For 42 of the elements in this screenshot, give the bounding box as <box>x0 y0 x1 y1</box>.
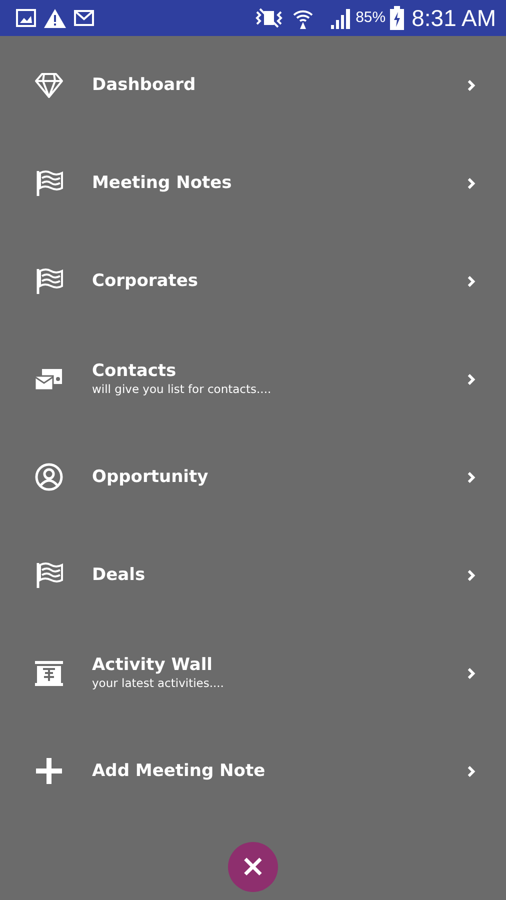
chevron-right-icon <box>467 372 476 386</box>
chevron-right-icon <box>467 666 476 680</box>
vibrate-off-icon <box>254 8 284 28</box>
warning-icon <box>44 8 66 28</box>
mail-icon <box>74 10 94 26</box>
menu-item[interactable]: Activity Wall your latest activities.... <box>0 624 506 722</box>
menu-item[interactable]: Meeting Notes <box>0 134 506 232</box>
diamond-icon <box>34 70 64 100</box>
menu-label: Opportunity <box>92 466 210 488</box>
flag-icon <box>34 266 64 296</box>
battery-charging-icon <box>390 6 404 30</box>
menu-item[interactable]: Deals <box>0 526 506 624</box>
menu-label: Deals <box>92 564 146 586</box>
clock-time: 8:31 AM <box>412 4 496 33</box>
menu-subtitle: your latest activities.... <box>92 676 225 691</box>
chevron-right-icon <box>467 274 476 288</box>
gallery-icon <box>16 9 36 27</box>
board-icon <box>34 658 64 688</box>
menu-item[interactable]: Contacts will give you list for contacts.... <box>0 330 506 428</box>
battery-percentage: 85% <box>356 8 386 28</box>
menu-label: Contacts <box>92 361 178 382</box>
chevron-right-icon <box>467 176 476 190</box>
flag-icon <box>34 168 64 198</box>
menu-subtitle: will give you list for contacts.... <box>92 382 272 397</box>
close-button[interactable]: × <box>228 842 278 892</box>
menu-label: Dashboard <box>92 74 197 96</box>
menu-item[interactable]: Dashboard <box>0 36 506 134</box>
chevron-right-icon <box>467 470 476 484</box>
menu-item[interactable]: Opportunity <box>0 428 506 526</box>
chevron-right-icon <box>467 764 476 778</box>
menu-item[interactable]: Corporates <box>0 232 506 330</box>
person-icon <box>34 462 64 492</box>
menu-label: Activity Wall <box>92 655 214 676</box>
chevron-right-icon <box>467 78 476 92</box>
flag-icon <box>34 560 64 590</box>
menu-item[interactable]: Add Meeting Note <box>0 722 506 820</box>
plus-icon <box>34 756 64 786</box>
signal-icon <box>330 7 352 29</box>
menu-label: Meeting Notes <box>92 172 233 194</box>
chevron-right-icon <box>467 568 476 582</box>
menu-label: Corporates <box>92 270 200 292</box>
menu-label: Add Meeting Note <box>92 760 266 782</box>
